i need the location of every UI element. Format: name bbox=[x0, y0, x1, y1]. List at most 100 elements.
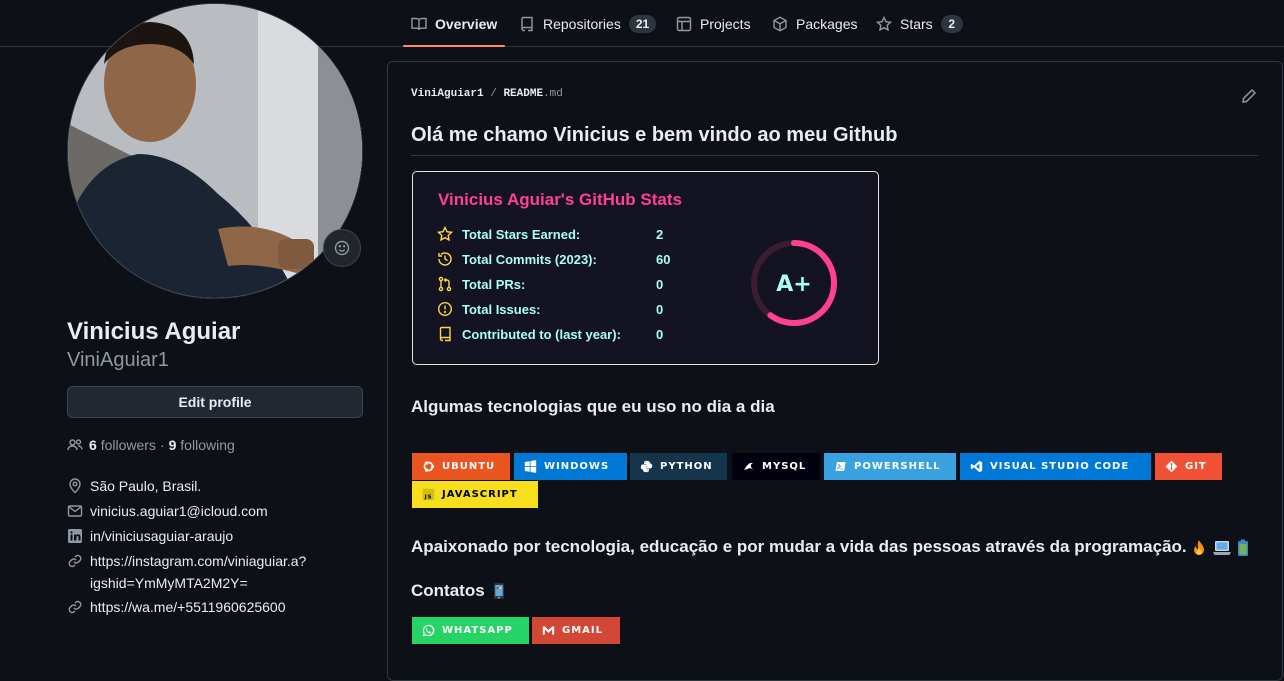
rank-circle: A+ bbox=[751, 240, 837, 326]
profile-link-whatsapp: https://wa.me/+5511960625600 bbox=[67, 596, 286, 618]
badge-label: GIT bbox=[1185, 461, 1207, 472]
tab-overview[interactable]: Overview bbox=[402, 0, 506, 47]
following-label: following bbox=[180, 437, 235, 453]
phone-emoji-icon bbox=[493, 583, 504, 599]
avatar[interactable] bbox=[67, 3, 363, 299]
location-icon bbox=[69, 478, 81, 494]
followers-label: followers bbox=[100, 437, 156, 453]
star-icon bbox=[876, 15, 892, 31]
badge-javascript[interactable]: JS JAVASCRIPT bbox=[412, 481, 538, 508]
badge-ubuntu[interactable]: UBUNTU bbox=[412, 453, 510, 480]
stat-value: 2 bbox=[656, 226, 664, 242]
laptop-emoji-icon bbox=[1213, 540, 1232, 555]
ubuntu-icon bbox=[423, 461, 435, 472]
repo-count-badge: 21 bbox=[628, 14, 657, 33]
stars-count-badge: 2 bbox=[940, 14, 963, 33]
rank-grade: A+ bbox=[776, 272, 811, 297]
repo-icon bbox=[439, 326, 451, 342]
badge-windows[interactable]: WINDOWS bbox=[514, 453, 627, 480]
contacts-heading: Contatos bbox=[411, 581, 505, 601]
readme-file-ext: .md bbox=[543, 88, 563, 100]
pull-request-icon bbox=[438, 276, 452, 292]
followers-count: 6 bbox=[89, 437, 97, 453]
set-status-button[interactable] bbox=[323, 229, 361, 267]
tab-label: Projects bbox=[700, 15, 751, 32]
package-icon bbox=[773, 16, 787, 31]
battery-emoji-icon bbox=[1237, 539, 1248, 556]
badge-vscode[interactable]: VISUAL STUDIO CODE bbox=[960, 453, 1151, 480]
badge-powershell[interactable]: POWERSHELL bbox=[824, 453, 956, 480]
badge-label: GMAIL bbox=[562, 625, 603, 636]
readme-owner[interactable]: ViniAguiar1 bbox=[411, 88, 484, 100]
readme-breadcrumb: ViniAguiar1 / README.md bbox=[411, 88, 563, 100]
table-icon bbox=[676, 16, 692, 31]
tab-projects[interactable]: Projects bbox=[676, 0, 751, 47]
separator-dot: · bbox=[159, 437, 165, 453]
tab-label: Stars bbox=[900, 15, 933, 32]
git-icon bbox=[1165, 460, 1178, 473]
javascript-icon: JS bbox=[422, 488, 435, 501]
smiley-icon bbox=[334, 240, 350, 256]
followers-link[interactable]: 6 followers bbox=[89, 437, 156, 453]
stat-row-issues: Total Issues: 0 bbox=[437, 301, 663, 317]
book-icon bbox=[411, 17, 427, 30]
badge-label: POWERSHELL bbox=[854, 461, 941, 472]
tab-packages[interactable]: Packages bbox=[772, 0, 857, 47]
vscode-icon bbox=[970, 460, 983, 473]
edit-profile-button[interactable]: Edit profile bbox=[67, 386, 363, 418]
follow-stats: 6 followers · 9 following bbox=[67, 437, 235, 453]
fire-emoji-icon bbox=[1194, 539, 1205, 555]
readme-heading: Olá me chamo Vinicius e bem vindo ao meu… bbox=[411, 124, 1258, 156]
badge-whatsapp[interactable]: WHATSAPP bbox=[412, 617, 529, 644]
avatar-photo bbox=[68, 4, 362, 298]
tab-label: Repositories bbox=[543, 15, 621, 32]
stats-card-title: Vinicius Aguiar's GitHub Stats bbox=[438, 190, 682, 209]
profile-email: vinicius.aguiar1@icloud.com bbox=[67, 500, 268, 522]
following-count: 9 bbox=[168, 437, 177, 453]
stat-label: Total Commits (2023): bbox=[462, 251, 597, 267]
readme-paragraph: Apaixonado por tecnologia, educação e po… bbox=[411, 537, 1249, 557]
mysql-icon bbox=[743, 462, 754, 470]
tab-stars[interactable]: Stars 2 bbox=[876, 0, 963, 47]
readme-file[interactable]: README bbox=[503, 88, 543, 100]
badge-python[interactable]: PYTHON bbox=[630, 453, 727, 480]
profile-location: São Paulo, Brasil. bbox=[67, 475, 201, 497]
whatsapp-link[interactable]: https://wa.me/+5511960625600 bbox=[90, 596, 286, 618]
stat-value: 0 bbox=[656, 276, 664, 292]
profile-link-instagram: https://instagram.com/viniaguiar.a? igshi… bbox=[67, 550, 306, 594]
people-icon bbox=[67, 439, 83, 451]
instagram-link[interactable]: https://instagram.com/viniaguiar.a? igshi… bbox=[90, 550, 306, 594]
badge-label: VISUAL STUDIO CODE bbox=[990, 461, 1130, 472]
history-icon bbox=[438, 252, 452, 266]
badge-git[interactable]: GIT bbox=[1155, 453, 1222, 480]
stat-row-commits: Total Commits (2023): 60 bbox=[437, 251, 670, 267]
badge-label: WINDOWS bbox=[544, 461, 610, 472]
tab-repositories[interactable]: Repositories 21 bbox=[519, 0, 657, 47]
instagram-link-line1: https://instagram.com/viniaguiar.a? bbox=[90, 553, 307, 569]
link-icon bbox=[68, 554, 82, 568]
badge-label: JAVASCRIPT bbox=[442, 489, 518, 500]
github-stats-card: Vinicius Aguiar's GitHub Stats Total Sta… bbox=[412, 171, 879, 365]
edit-readme-button[interactable] bbox=[1241, 88, 1257, 104]
tech-heading: Algumas tecnologias que eu uso no dia a … bbox=[411, 397, 775, 416]
email-link[interactable]: vinicius.aguiar1@icloud.com bbox=[90, 500, 268, 522]
windows-icon bbox=[524, 460, 537, 473]
stat-label: Contributed to (last year): bbox=[462, 326, 621, 342]
linkedin-link[interactable]: in/viniciusaguiar-araujo bbox=[90, 525, 233, 547]
link-icon bbox=[68, 600, 82, 614]
gmail-icon bbox=[542, 626, 555, 635]
badge-label: PYTHON bbox=[660, 461, 713, 472]
stat-label: Total PRs: bbox=[462, 276, 526, 292]
mail-icon bbox=[67, 505, 83, 517]
pencil-icon bbox=[1242, 88, 1257, 103]
whatsapp-icon bbox=[422, 624, 435, 637]
stat-row-contributed: Contributed to (last year): 0 bbox=[437, 326, 663, 342]
powershell-icon bbox=[834, 461, 847, 472]
stat-label: Total Issues: bbox=[462, 301, 541, 317]
star-icon bbox=[437, 226, 453, 242]
following-link[interactable]: 9 following bbox=[169, 437, 235, 453]
badge-mysql[interactable]: MYSQL bbox=[732, 453, 820, 480]
profile-linkedin: in/viniciusaguiar-araujo bbox=[67, 525, 233, 547]
breadcrumb-slash: / bbox=[490, 88, 497, 100]
badge-gmail[interactable]: GMAIL bbox=[532, 617, 620, 644]
